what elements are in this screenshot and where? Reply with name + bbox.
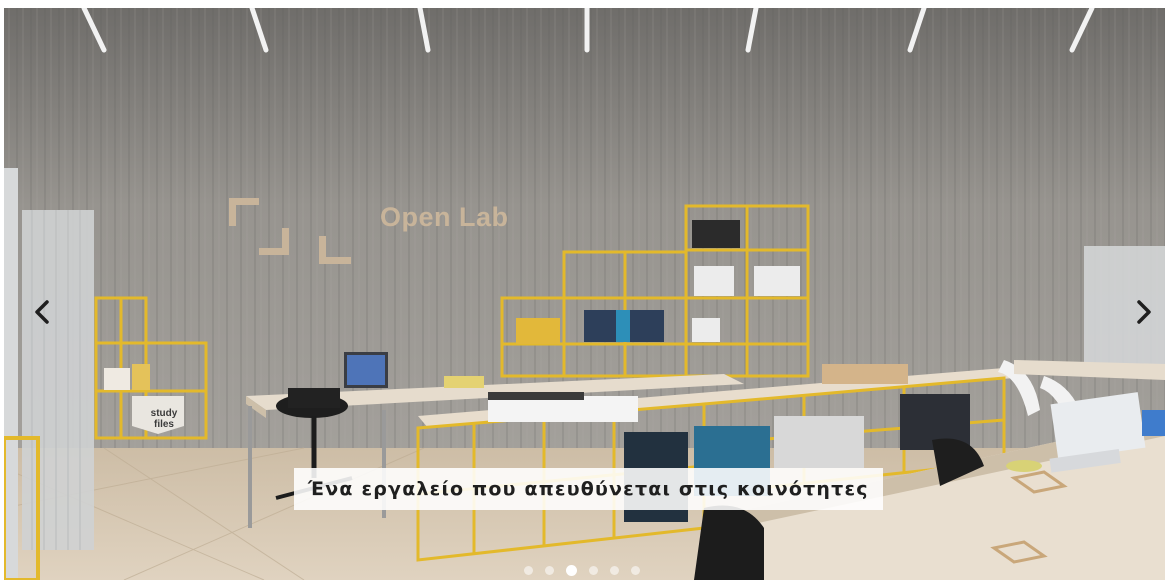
slide-pagination — [524, 563, 640, 577]
pagination-dot[interactable] — [524, 565, 533, 575]
chevron-left-icon — [35, 300, 49, 324]
image-carousel: Open Lab study files Ένα εργαλείο που απ… — [4, 8, 1165, 580]
pagination-dot[interactable] — [610, 565, 619, 575]
slide-caption: Ένα εργαλείο που απευθύνεται στις κοινότ… — [294, 468, 883, 510]
pagination-dot[interactable] — [631, 565, 640, 575]
open-lab-logo — [229, 198, 351, 264]
study-label-line2: files — [153, 419, 174, 430]
next-slide-button[interactable] — [1124, 292, 1164, 332]
chevron-right-icon — [1137, 300, 1151, 324]
pagination-dot[interactable] — [589, 565, 598, 575]
study-label-line1: study — [150, 408, 178, 419]
pagination-dot[interactable] — [566, 564, 577, 576]
previous-slide-button[interactable] — [22, 292, 62, 332]
open-lab-sign: Open Lab — [380, 202, 509, 232]
pagination-dot[interactable] — [545, 565, 554, 575]
study-files-label: study files — [142, 408, 186, 430]
